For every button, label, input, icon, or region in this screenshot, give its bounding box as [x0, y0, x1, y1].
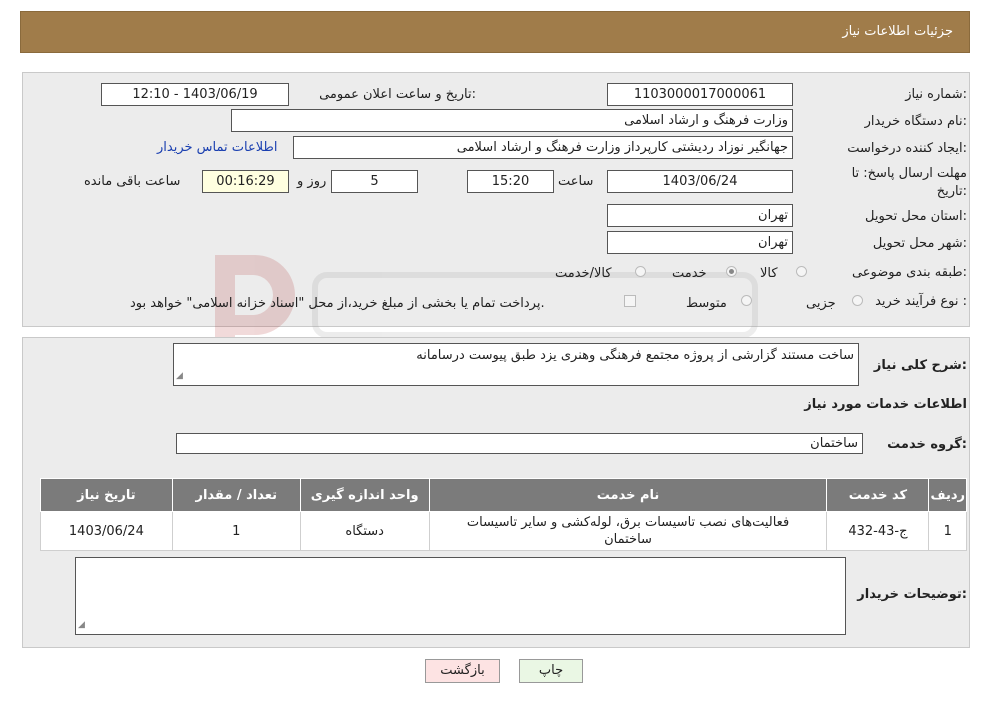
buyer-notes-label: توضیحات خریدار: — [857, 587, 967, 602]
category-service-radio[interactable] — [726, 266, 737, 277]
category-goods-service-radio[interactable] — [635, 266, 646, 277]
cell-quantity: 1 — [171, 511, 301, 551]
column-header-service-name: نام خدمت — [428, 478, 828, 512]
days-remaining-field[interactable]: 5 — [331, 170, 418, 193]
deadline-time-field[interactable]: 15:20 — [467, 170, 554, 193]
buyer-org-field[interactable]: وزارت فرهنگ و ارشاد اسلامی — [231, 109, 793, 132]
buyer-contact-link[interactable]: اطلاعات تماس خریدار — [157, 140, 277, 155]
process-minor-label: جزیی — [806, 296, 836, 311]
category-goods-label: کالا — [760, 266, 778, 281]
services-table: ردیف کد خدمت نام خدمت واحد اندازه گیری ت… — [40, 478, 967, 551]
process-medium-radio[interactable] — [741, 295, 752, 306]
table-header-row: ردیف کد خدمت نام خدمت واحد اندازه گیری ت… — [40, 478, 967, 512]
city-label: شهر محل تحویل: — [872, 236, 967, 251]
deadline-date-field[interactable]: 1403/06/24 — [607, 170, 793, 193]
category-label: طبقه بندی موضوعی: — [851, 265, 967, 280]
deadline-time-label: ساعت — [558, 174, 594, 189]
print-button[interactable]: چاپ — [519, 659, 583, 683]
cell-service-code: ج-43-432 — [826, 511, 930, 551]
category-goods-radio[interactable] — [796, 266, 807, 277]
cell-unit: دستگاه — [299, 511, 430, 551]
buyer-org-label: نام دستگاه خریدار: — [864, 114, 967, 129]
announce-date-field[interactable]: 1403/06/19 - 12:10 — [101, 83, 289, 106]
page-title: جزئیات اطلاعات نیاز — [842, 24, 953, 39]
column-header-unit: واحد اندازه گیری — [299, 478, 430, 512]
announce-date-label: تاریخ و ساعت اعلان عمومی: — [319, 87, 476, 102]
services-section-title: اطلاعات خدمات مورد نیاز — [804, 397, 967, 412]
creator-field[interactable]: جهانگیر نوزاد ردیشتی کارپرداز وزارت فرهن… — [293, 136, 793, 159]
islamic-treasury-checkbox[interactable] — [624, 295, 636, 307]
category-goods-service-label: کالا/خدمت — [555, 266, 612, 281]
days-label: روز و — [297, 174, 327, 189]
column-header-service-code: کد خدمت — [826, 478, 930, 512]
need-number-label: شماره نیاز: — [905, 87, 967, 102]
service-group-field[interactable]: ساختمان — [176, 433, 863, 454]
category-service-label: خدمت — [672, 266, 707, 281]
description-textarea[interactable]: ساخت مستند گزارشی از پروژه مجتمع فرهنگی … — [173, 343, 859, 386]
deadline-label-date: تاریخ: — [936, 184, 967, 199]
city-field[interactable]: تهران — [607, 231, 793, 254]
creator-label: ایجاد کننده درخواست: — [847, 141, 967, 156]
service-group-label: گروه خدمت: — [887, 437, 967, 452]
need-number-field[interactable]: 1103000017000061 — [607, 83, 793, 106]
table-row: 1 ج-43-432 فعالیت‌های نصب تاسیسات برق، ل… — [40, 511, 967, 551]
cell-need-date: 1403/06/24 — [40, 511, 173, 551]
resize-grip-icon[interactable] — [78, 620, 86, 632]
province-field[interactable]: تهران — [607, 204, 793, 227]
deadline-label: مهلت ارسال پاسخ: تا — [851, 166, 967, 181]
remaining-time-label: ساعت باقی مانده — [84, 174, 181, 189]
cell-service-name: فعالیت‌های نصب تاسیسات برق، لوله‌کشی و س… — [428, 511, 828, 551]
back-button[interactable]: بازگشت — [425, 659, 500, 683]
cell-row-number: 1 — [928, 511, 967, 551]
payment-note: پرداخت تمام یا بخشی از مبلغ خرید،از محل … — [130, 296, 545, 311]
page-header: جزئیات اطلاعات نیاز — [20, 11, 970, 53]
column-header-row-number: ردیف — [928, 478, 967, 512]
buyer-notes-textarea[interactable] — [75, 557, 846, 635]
process-type-label: نوع فرآیند خرید : — [875, 294, 967, 309]
process-medium-label: متوسط — [686, 296, 727, 311]
process-minor-radio[interactable] — [852, 295, 863, 306]
province-label: استان محل تحویل: — [865, 209, 967, 224]
description-text: ساخت مستند گزارشی از پروژه مجتمع فرهنگی … — [416, 348, 854, 363]
column-header-quantity: تعداد / مقدار — [171, 478, 301, 512]
column-header-need-date: تاریخ نیاز — [40, 478, 173, 512]
resize-grip-icon[interactable] — [176, 371, 184, 383]
description-label: شرح کلی نیاز: — [873, 358, 967, 373]
remaining-time-field[interactable]: 00:16:29 — [202, 170, 289, 193]
